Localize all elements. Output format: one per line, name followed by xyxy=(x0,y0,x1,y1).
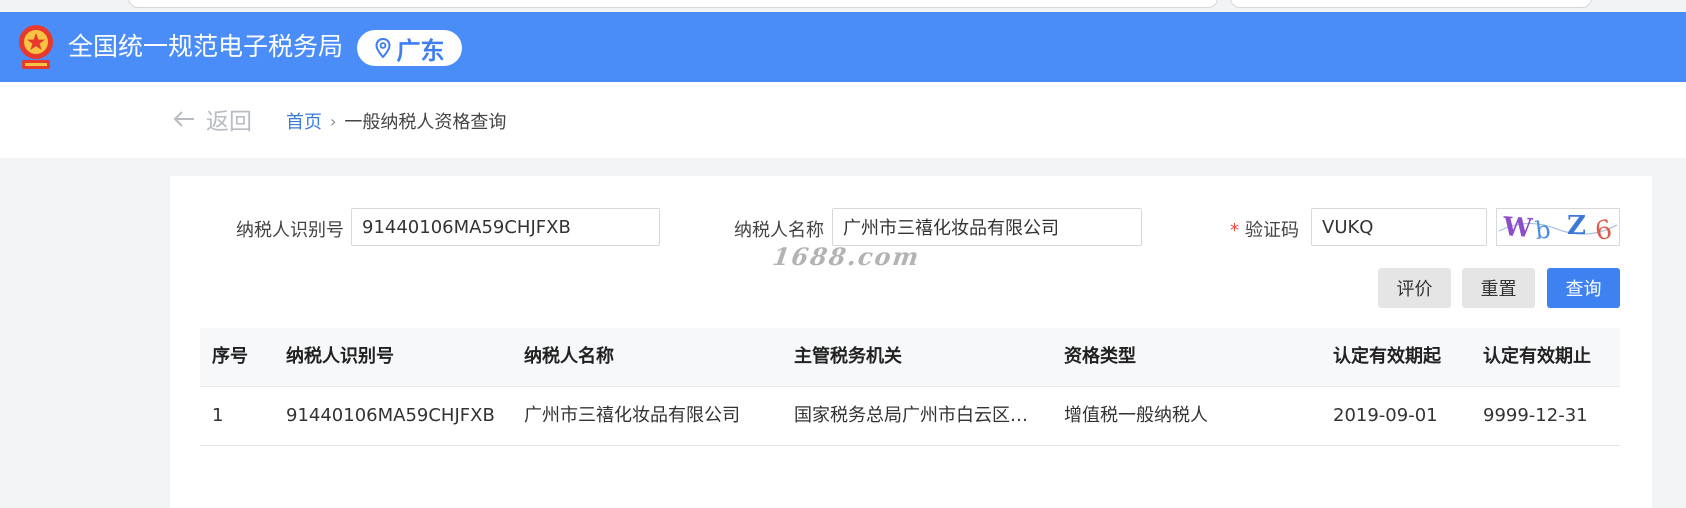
breadcrumb-bar: 返回 首页 › 一般纳税人资格查询 xyxy=(0,82,1686,158)
taxpayer-name-input[interactable] xyxy=(832,208,1142,246)
cell-taxpayer-id: 91440106MA59CHJFXB xyxy=(286,405,495,426)
location-pin-icon xyxy=(374,38,391,58)
address-bar[interactable] xyxy=(128,0,1218,8)
col-header-valid-from: 认定有效期起 xyxy=(1333,346,1441,367)
captcha-char: b xyxy=(1534,216,1552,245)
evaluate-button[interactable]: 评价 xyxy=(1378,268,1451,308)
breadcrumb-current: 一般纳税人资格查询 xyxy=(344,112,507,133)
back-label: 返回 xyxy=(206,109,252,135)
captcha-label: * 验证码 xyxy=(1230,216,1299,242)
results-table: 序号 纳税人识别号 纳税人名称 主管税务机关 资格类型 认定有效期起 认定有效期… xyxy=(200,328,1620,446)
cell-qualification-type: 增值税一般纳税人 xyxy=(1064,405,1208,426)
browser-search-bar[interactable] xyxy=(1230,0,1592,8)
col-header-taxpayer-name: 纳税人名称 xyxy=(524,346,614,367)
arrow-left-icon xyxy=(173,111,194,127)
captcha-char: 6 xyxy=(1593,215,1615,245)
captcha-image[interactable]: W b Z 6 xyxy=(1496,208,1620,247)
region-selector[interactable]: 广东 xyxy=(357,30,462,66)
taxpayer-id-input[interactable] xyxy=(351,208,660,246)
col-header-tax-authority: 主管税务机关 xyxy=(794,346,902,367)
captcha-char: Z xyxy=(1567,211,1586,241)
top-header: 全国统一规范电子税务局 广东 xyxy=(0,12,1686,82)
breadcrumb: 首页 › 一般纳税人资格查询 xyxy=(286,108,506,134)
cell-valid-to: 9999-12-31 xyxy=(1483,405,1588,426)
table-row: 1 91440106MA59CHJFXB 广州市三禧化妆品有限公司 国家税务总局… xyxy=(200,387,1620,446)
captcha-char: W xyxy=(1501,212,1534,244)
cell-index: 1 xyxy=(212,405,224,426)
taxpayer-id-label: 纳税人识别号 xyxy=(236,220,344,241)
col-header-taxpayer-id: 纳税人识别号 xyxy=(286,346,394,367)
cell-taxpayer-name: 广州市三禧化妆品有限公司 xyxy=(524,405,740,426)
captcha-graphic: W b Z 6 xyxy=(1498,211,1618,247)
breadcrumb-home[interactable]: 首页 xyxy=(286,108,322,134)
query-button[interactable]: 查询 xyxy=(1547,268,1620,308)
query-panel: 纳税人识别号 纳税人名称 * 验证码 W b Z 6 评价 重置 查询 序号 纳税… xyxy=(170,176,1652,508)
cell-tax-authority: 国家税务总局广州市白云区税... xyxy=(794,405,1044,426)
col-header-index: 序号 xyxy=(212,346,248,367)
browser-toolbar xyxy=(0,0,1686,12)
table-header: 序号 纳税人识别号 纳税人名称 主管税务机关 资格类型 认定有效期起 认定有效期… xyxy=(200,328,1620,387)
required-mark: * xyxy=(1230,220,1239,241)
captcha-label-text: 验证码 xyxy=(1245,220,1299,241)
taxpayer-name-label: 纳税人名称 xyxy=(734,220,824,241)
cell-valid-from: 2019-09-01 xyxy=(1333,405,1438,426)
region-label: 广东 xyxy=(396,36,445,65)
captcha-input[interactable] xyxy=(1311,208,1487,246)
site-title: 全国统一规范电子税务局 xyxy=(68,32,344,61)
reset-button[interactable]: 重置 xyxy=(1462,268,1535,308)
national-emblem-icon xyxy=(19,25,53,69)
col-header-qualification-type: 资格类型 xyxy=(1064,346,1136,367)
back-button[interactable]: 返回 xyxy=(172,102,252,136)
col-header-valid-to: 认定有效期止 xyxy=(1483,346,1591,367)
breadcrumb-separator: › xyxy=(330,111,337,131)
